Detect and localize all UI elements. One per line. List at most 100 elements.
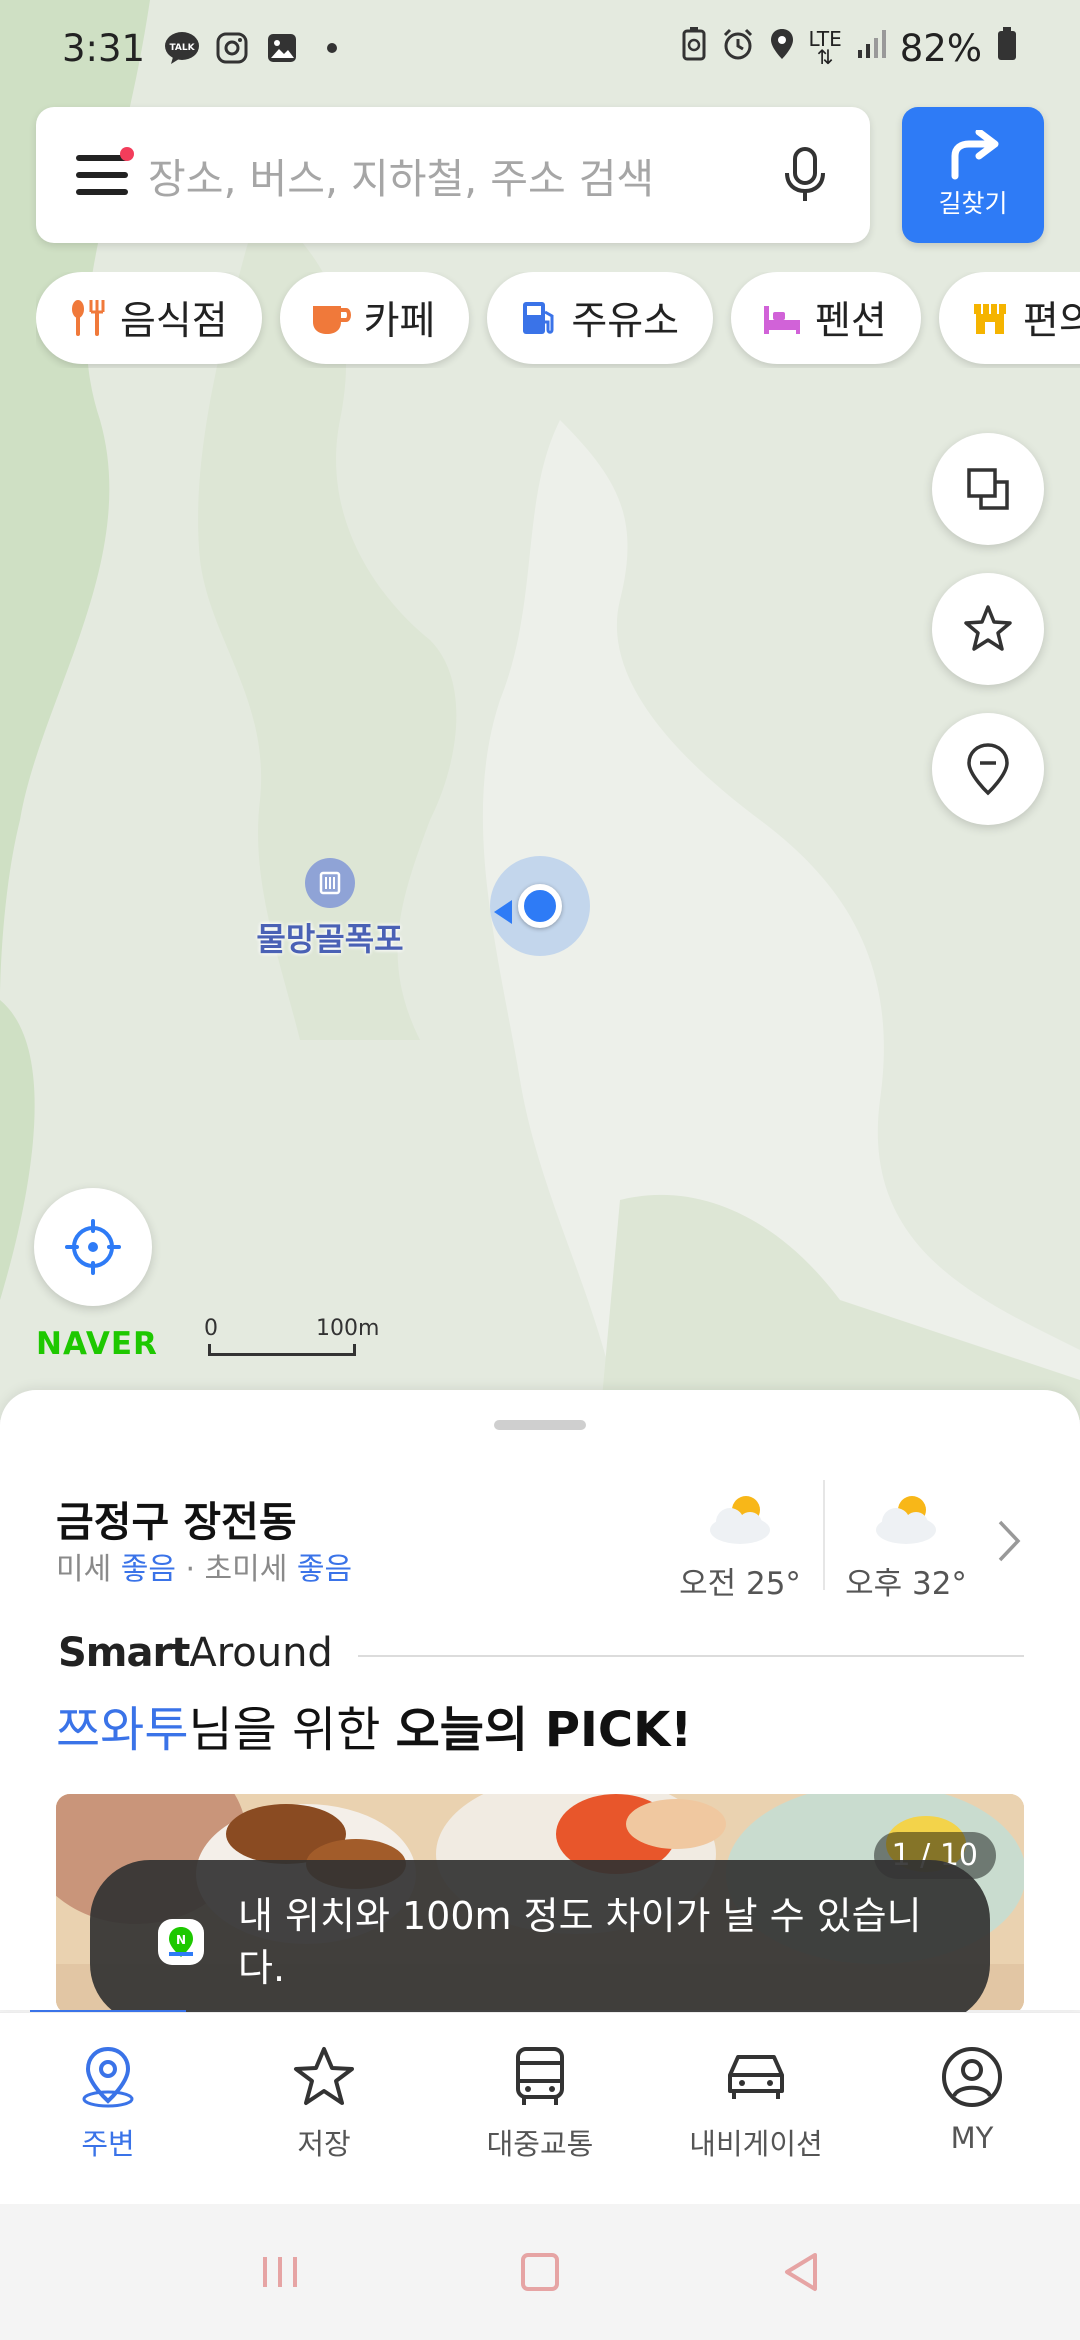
dot-icon (313, 29, 351, 67)
layers-icon (967, 468, 1009, 510)
pick-username: 쯔와투 (56, 1702, 189, 1758)
tab-label: 저장 (297, 2127, 351, 2161)
partly-cloudy-icon (876, 1496, 936, 1544)
car-icon (728, 2055, 784, 2099)
tab-nearby[interactable]: 주변 (0, 2013, 216, 2204)
location-icon (769, 27, 795, 70)
waterfall-pin-icon (305, 858, 355, 908)
lte-label: LTE (808, 27, 842, 51)
weather-afternoon[interactable]: 오후 32° (836, 1490, 976, 1603)
pick-middle-text: 님을 위한 (188, 1702, 396, 1758)
search-input[interactable]: 장소, 버스, 지하철, 주소 검색 (148, 145, 780, 205)
air-quality: 미세 좋음 · 초미세 좋음 (56, 1544, 352, 1588)
section-divider (358, 1655, 1024, 1657)
lte-icon: LTE ⇅ (808, 27, 842, 69)
star-icon (964, 605, 1012, 651)
toast-message: N 내 위치와 100m 정도 차이가 날 수 있습니다. (90, 1860, 990, 2024)
naver-map-app-icon: N (158, 1919, 204, 1965)
chevron-right-icon[interactable] (994, 1516, 1024, 1566)
weather-temp: 오전 25° (679, 1566, 801, 1602)
tab-label: 대중교통 (486, 2127, 594, 2161)
chip-convenience-store[interactable]: 편의 (938, 272, 1080, 364)
pin-toggle-button[interactable] (932, 713, 1044, 825)
chip-label: 편의 (1022, 299, 1080, 344)
naver-logo: NAVER (36, 1326, 158, 1362)
chip-label: 음식점 (120, 299, 228, 344)
kakaotalk-icon: TALK (163, 29, 201, 67)
battery-icon (996, 26, 1018, 71)
air-ultrafine-value: 좋음 (296, 1552, 353, 1587)
scale-bar (208, 1344, 356, 1356)
store-icon (969, 297, 1011, 339)
svg-text:N: N (176, 1933, 186, 1947)
status-bar: 3:31 TALK LTE ⇅ 82% (0, 0, 1080, 96)
search-bar[interactable]: 장소, 버스, 지하철, 주소 검색 (36, 107, 870, 243)
home-icon[interactable] (515, 2247, 565, 2297)
smart-around-logo: Smart Around (58, 1630, 333, 1676)
tab-transit[interactable]: 대중교통 (432, 2013, 648, 2204)
instagram-icon (213, 29, 251, 67)
air-ultrafine-label: · 초미세 (175, 1552, 297, 1587)
crosshair-icon (65, 1219, 121, 1275)
chip-label: 카페 (363, 299, 436, 344)
recent-apps-icon[interactable] (255, 2247, 305, 2297)
scale-distance: 100m (316, 1316, 380, 1341)
scale-zero: 0 (204, 1316, 218, 1341)
back-icon[interactable] (775, 2247, 825, 2297)
tab-label: 주변 (81, 2127, 135, 2161)
pick-title-bold: 오늘의 PICK! (395, 1702, 693, 1758)
my-location-dot (518, 884, 562, 928)
weather-divider (823, 1480, 825, 1590)
weather-temp: 오후 32° (845, 1566, 967, 1602)
menu-icon[interactable] (76, 147, 134, 195)
pick-heading: 쯔와투님을 위한 오늘의 PICK! (56, 1690, 692, 1760)
microphone-icon[interactable] (780, 145, 830, 205)
status-time: 3:31 (62, 26, 146, 70)
location-minus-pin-icon (967, 743, 1009, 796)
gas-station-icon (517, 297, 559, 339)
turn-right-arrow-icon (951, 130, 999, 180)
map-layers-button[interactable] (932, 433, 1044, 545)
map-scale: 0 100m (204, 1316, 384, 1360)
restaurant-icon (66, 297, 108, 339)
location-title: 금정구 장전동 (56, 1498, 297, 1546)
smart-around-bold: Smart (58, 1630, 190, 1676)
tab-saved[interactable]: 저장 (216, 2013, 432, 2204)
chip-label: 펜션 (815, 299, 887, 344)
weather-morning[interactable]: 오전 25° (670, 1490, 810, 1603)
notification-dot (120, 147, 134, 161)
bed-icon (761, 297, 803, 339)
chip-pension[interactable]: 펜션 (731, 272, 921, 364)
favorites-button[interactable] (932, 573, 1044, 685)
poi-waterfall[interactable]: 물망골폭포 (250, 858, 410, 960)
coffee-icon (310, 297, 352, 339)
air-fine-label: 미세 (56, 1552, 121, 1587)
chip-gas-station[interactable]: 주유소 (487, 272, 714, 364)
heading-arrow-icon (494, 900, 512, 924)
current-location-button[interactable] (34, 1188, 152, 1306)
chip-cafe[interactable]: 카페 (279, 272, 470, 364)
alarm-icon (721, 27, 755, 70)
tab-my[interactable]: MY (864, 2013, 1080, 2204)
star-icon (294, 2047, 354, 2105)
chip-label: 주유소 (571, 299, 680, 344)
battery-percent: 82% (899, 26, 982, 70)
nearby-pin-icon (82, 2046, 134, 2108)
air-fine-value: 좋음 (120, 1552, 176, 1587)
poi-name: 물망골폭포 (256, 920, 404, 958)
tab-label: MY (950, 2121, 994, 2155)
category-chips: 음식점 카페 주유소 펜션 편의 (36, 272, 1080, 368)
chip-restaurant[interactable]: 음식점 (36, 272, 262, 364)
directions-button[interactable]: 길찾기 (902, 107, 1044, 243)
bottom-tab-bar: 주변 저장 대중교통 내비게이션 MY (0, 2012, 1080, 2204)
signal-icon (856, 28, 886, 69)
system-navigation-bar (0, 2204, 1080, 2340)
smart-around-rest: Around (189, 1630, 333, 1676)
partly-cloudy-icon (710, 1496, 770, 1544)
directions-label: 길찾기 (938, 189, 1008, 218)
toast-text: 내 위치와 100m 정도 차이가 날 수 있습니다. (238, 1894, 922, 1990)
tab-navigation[interactable]: 내비게이션 (648, 2013, 864, 2204)
battery-saver-icon (681, 26, 707, 71)
tab-label: 내비게이션 (689, 2127, 823, 2161)
sheet-drag-handle[interactable] (494, 1420, 586, 1430)
